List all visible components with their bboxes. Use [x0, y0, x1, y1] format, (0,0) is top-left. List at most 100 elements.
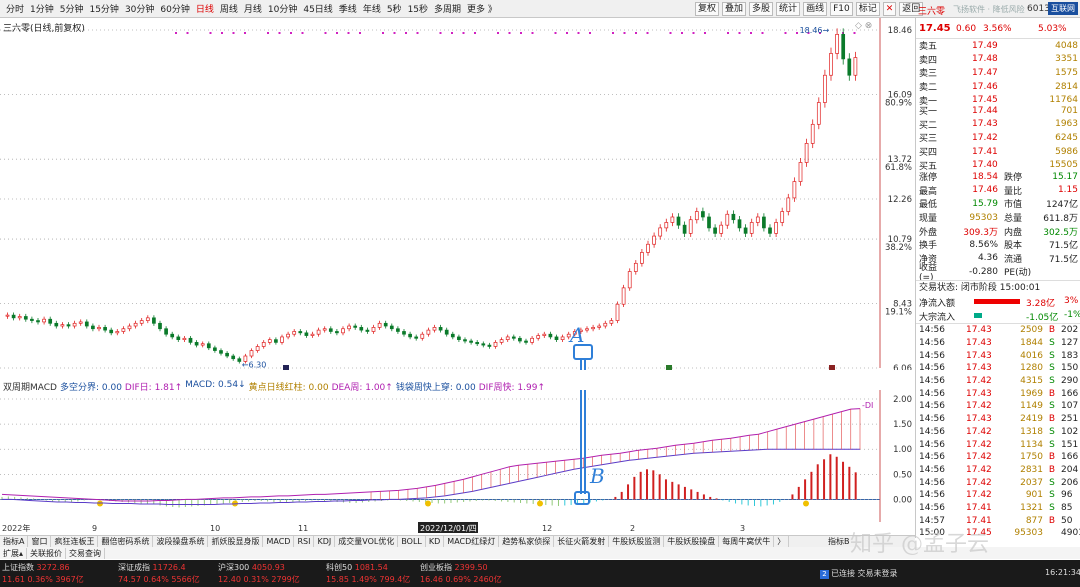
tick-row[interactable]: 14:56 17.42 4315 S 290: [916, 375, 1080, 388]
ask-row[interactable]: 卖二 17.46 2814: [916, 80, 1080, 94]
tool-button-4[interactable]: 画线: [803, 2, 828, 16]
ask-row[interactable]: 卖五 17.49 4048: [916, 39, 1080, 53]
period-tab-8[interactable]: 月线: [241, 2, 265, 15]
index-name: 沪深300: [218, 563, 252, 572]
macd-chart[interactable]: 2.00 1.50 1.00 0.50 0.00 -DI B 2022年 9 10 11 2022/1…: [0, 390, 915, 535]
event-marker[interactable]: [666, 365, 672, 370]
indicator-b-tab[interactable]: 指标B: [825, 536, 853, 547]
index-item[interactable]: 创业板指 2399.50: [420, 562, 488, 573]
bid-row[interactable]: 买三 17.42 6245: [916, 131, 1080, 145]
period-tab-5[interactable]: 60分钟: [157, 2, 192, 15]
period-tab-16[interactable]: 更多 》: [464, 2, 500, 15]
candle-body: [353, 325, 358, 328]
stat-label: 股本: [1004, 241, 1023, 252]
bid-row[interactable]: 买二 17.43 1963: [916, 118, 1080, 132]
tool-button-1[interactable]: 叠加: [722, 2, 747, 16]
tick-row[interactable]: 14:56 17.43 2419 B 251: [916, 413, 1080, 426]
indicator-tab-17[interactable]: 每周牛窝伏牛: [719, 536, 775, 547]
candle-body: [347, 325, 351, 330]
indicator-tab-13[interactable]: 趋势私家侦探: [499, 536, 555, 547]
tool-button-6[interactable]: 标记: [855, 2, 880, 16]
ask-row[interactable]: 卖三 17.47 1575: [916, 66, 1080, 80]
candle-body: [780, 211, 785, 223]
indicator-tab-15[interactable]: 牛股妖股监测: [609, 536, 665, 547]
extension-tab-2[interactable]: 交易查询: [66, 547, 106, 559]
tick-row[interactable]: 14:56 17.42 2037 S 206: [916, 476, 1080, 489]
period-tab-12[interactable]: 年线: [360, 2, 384, 15]
tick-row[interactable]: 14:56 17.43 1969 B 166: [916, 387, 1080, 400]
tick-count: 204: [1061, 464, 1079, 475]
period-tab-9[interactable]: 10分钟: [265, 2, 300, 15]
connection-status[interactable]: 2 已连接 交易未登录: [820, 568, 898, 579]
extension-tab-0[interactable]: 扩展▴: [0, 547, 28, 559]
period-tab-1[interactable]: 1分钟: [27, 2, 57, 15]
tick-row[interactable]: 14:56 17.43 1280 S 150: [916, 362, 1080, 375]
tick-volume: 1844: [1020, 338, 1043, 349]
index-item[interactable]: 沪深300 4050.93: [218, 562, 285, 573]
tick-row[interactable]: 14:56 17.42 1134 S 151: [916, 438, 1080, 451]
period-tab-13[interactable]: 5秒: [384, 2, 405, 15]
bid-row[interactable]: 买一 17.44 701: [916, 104, 1080, 118]
period-tab-15[interactable]: 多周期: [431, 2, 464, 15]
ask-row[interactable]: 卖四 17.48 3351: [916, 53, 1080, 67]
close-button[interactable]: ✕: [882, 2, 897, 16]
tick-volume: 2831: [1020, 464, 1043, 475]
tick-row[interactable]: 14:56 17.42 1750 B 166: [916, 451, 1080, 464]
period-tab-14[interactable]: 15秒: [405, 2, 431, 15]
tick-row[interactable]: 14:56 17.42 2831 B 204: [916, 464, 1080, 477]
tick-row[interactable]: 14:56 17.43 2509 B 202: [916, 324, 1080, 337]
period-tab-3[interactable]: 15分钟: [86, 2, 121, 15]
tick-row[interactable]: 14:56 17.43 4016 S 183: [916, 349, 1080, 362]
indicator-tab-0[interactable]: 指标A: [0, 536, 29, 547]
index-item[interactable]: 上证指数 3272.86: [2, 562, 70, 573]
indicator-tab-6[interactable]: MACD: [263, 536, 295, 547]
indicator-tab-18[interactable]: 〉: [774, 536, 790, 547]
tick-row[interactable]: 14:56 17.41 1321 S 85: [916, 502, 1080, 515]
indicator-tab-2[interactable]: 疯狂连板王: [51, 536, 99, 547]
period-tab-0[interactable]: 分时: [3, 2, 27, 15]
tick-row[interactable]: 14:56 17.42 1318 S 102: [916, 426, 1080, 439]
event-marker[interactable]: [829, 365, 835, 370]
period-tab-4[interactable]: 30分钟: [122, 2, 157, 15]
tool-button-3[interactable]: 统计: [776, 2, 801, 16]
extension-tab-1[interactable]: 关联报价: [27, 547, 67, 559]
signal-dot: [784, 32, 787, 34]
indicator-tab-10[interactable]: BOLL: [398, 536, 426, 547]
indicator-tab-3[interactable]: 翻倍密码系统: [98, 536, 154, 547]
signal-dot: [704, 32, 706, 34]
indicator-tab-14[interactable]: 长征火箭发射: [554, 536, 610, 547]
bid-row[interactable]: 买四 17.41 5986: [916, 145, 1080, 159]
price-chart[interactable]: 18.4616.0913.7212.2610.798.436.0680.9%61…: [0, 18, 915, 370]
period-tab-6[interactable]: 日线: [193, 2, 217, 15]
index-item[interactable]: 深证成指 11726.4: [118, 562, 186, 573]
stat-row: 换手 8.56% 股本 71.5亿: [916, 238, 1080, 252]
indicator-tab-12[interactable]: MACD红绿灯: [444, 536, 500, 547]
period-tab-10[interactable]: 45日线: [300, 2, 335, 15]
stat-row: 涨停 18.54 跌停 15.17: [916, 170, 1080, 184]
indicator-tab-7[interactable]: RSI: [294, 536, 315, 547]
indicator-tab-16[interactable]: 牛股妖股操盘: [664, 536, 720, 547]
sector-button[interactable]: 互联网: [1048, 2, 1078, 15]
period-tab-2[interactable]: 5分钟: [57, 2, 87, 15]
period-tab-11[interactable]: 季线: [336, 2, 360, 15]
tick-row[interactable]: 14:56 17.42 1149 S 107: [916, 400, 1080, 413]
tool-button-0[interactable]: 复权: [695, 2, 720, 16]
tool-button-5[interactable]: F10: [830, 2, 853, 16]
index-change: 11.61 0.36% 3967亿: [2, 575, 84, 584]
tool-button-2[interactable]: 多股: [749, 2, 774, 16]
indicator-tab-1[interactable]: 窗口: [28, 536, 52, 547]
index-item[interactable]: 科创50 1081.54: [326, 562, 388, 573]
indicator-tab-8[interactable]: KDJ: [314, 536, 336, 547]
tick-row[interactable]: 14:56 17.43 1844 S 127: [916, 337, 1080, 350]
period-tab-7[interactable]: 周线: [217, 2, 241, 15]
candle-body: [396, 328, 400, 332]
indicator-tab-9[interactable]: 成交量VOL优化: [335, 536, 399, 547]
candle-body: [633, 262, 638, 272]
tick-row[interactable]: 14:56 17.42 901 S 96: [916, 489, 1080, 502]
indicator-tab-4[interactable]: 波段操盘系统: [153, 536, 209, 547]
event-marker[interactable]: [283, 365, 289, 370]
indicator-tab-5[interactable]: 抓妖股显身版: [208, 536, 264, 547]
indicator-tab-11[interactable]: KD: [426, 536, 445, 547]
tick-list[interactable]: 14:56 17.43 2509 B 202 14:56 17.43 1844 S 127 14:5…: [916, 323, 1080, 540]
flow-bar: [974, 312, 982, 318]
